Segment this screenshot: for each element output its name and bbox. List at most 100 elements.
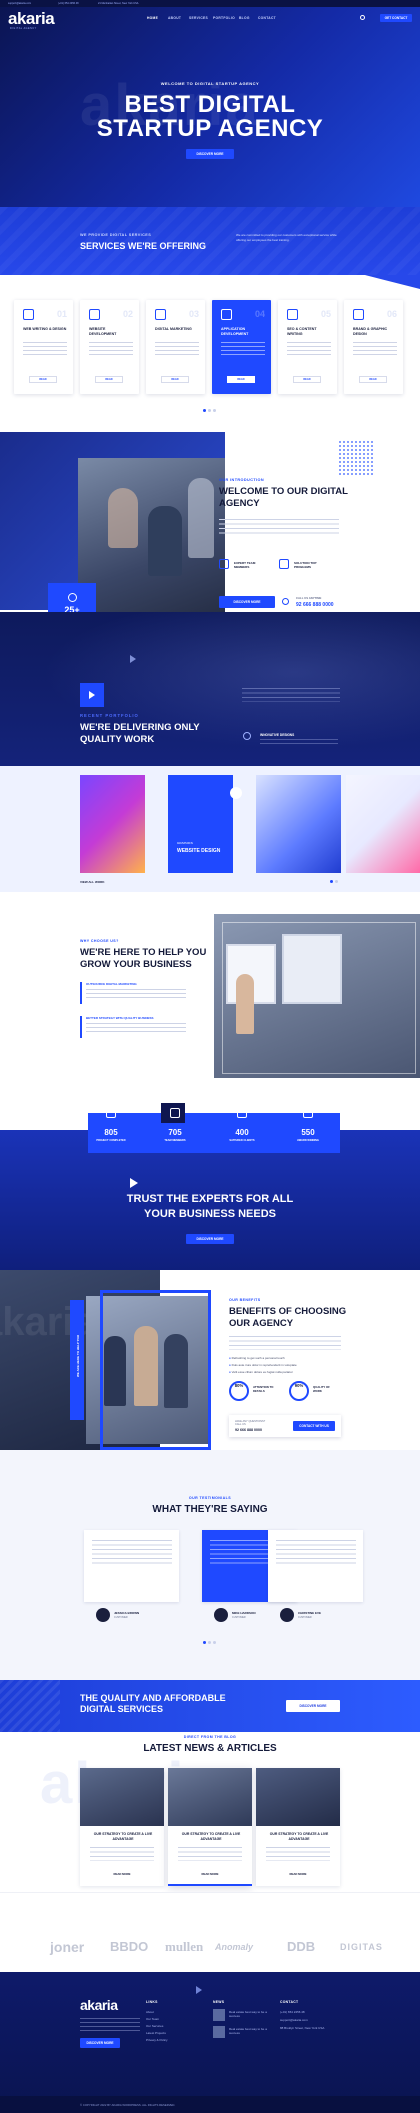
- logo[interactable]: akaria: [8, 10, 55, 27]
- portfolio-tile[interactable]: [346, 775, 420, 873]
- news-card[interactable]: OUR STRATEGY TO CREATE A LIVE ADVANTAGE …: [80, 1768, 164, 1886]
- footer-discover-button[interactable]: DISCOVER MORE: [80, 2038, 120, 2048]
- about-discover-button[interactable]: DISCOVER MORE: [219, 596, 275, 608]
- footer-link[interactable]: Privacy & Policy: [146, 2038, 168, 2042]
- play-icon[interactable]: [130, 655, 136, 663]
- footer-phone[interactable]: (+01) 654 2456 48: [280, 2010, 305, 2014]
- footer-logo[interactable]: akaria: [80, 1997, 118, 2013]
- service-read-button[interactable]: READ: [29, 376, 57, 383]
- service-title: BRAND & GRAPHIC DESIGN: [353, 327, 388, 336]
- footer-news-2[interactable]: Real estate best way to be a success: [229, 2027, 269, 2035]
- stat-item: 400 SATISFIED CLIENTS: [213, 1108, 271, 1150]
- carousel-dot-active[interactable]: [203, 1641, 206, 1644]
- portfolio-tile[interactable]: [256, 775, 341, 873]
- testimonial-role: CUSTOMER: [298, 1616, 312, 1619]
- service-card-active[interactable]: 04 APPLICATION DEVELOPMENT READ: [212, 300, 271, 394]
- nav-about[interactable]: ABOUT: [168, 16, 181, 20]
- service-text: [287, 342, 331, 356]
- news-card[interactable]: OUR STRATEGY TO CREATE A LIVE ADVANTAGE …: [256, 1768, 340, 1886]
- testimonial-card: JESSICA BROWN CUSTOMER: [84, 1530, 179, 1622]
- cta-discover-button[interactable]: DISCOVER MORE: [286, 1700, 340, 1712]
- contact-card: HAVE ANY QUESTIONS? CALL US 92 666 888 0…: [229, 1415, 341, 1437]
- news-image: [256, 1768, 340, 1826]
- nav-services[interactable]: SERVICES: [189, 16, 208, 20]
- service-card[interactable]: 03 DIGITAL MARKETING READ: [146, 300, 205, 394]
- stat-value: 550: [301, 1128, 315, 1137]
- portfolio-tile-active[interactable]: GRAPHICS WEBSITE DESIGN: [168, 775, 242, 873]
- service-read-button[interactable]: READ: [161, 376, 189, 383]
- service-read-button[interactable]: READ: [227, 376, 255, 383]
- check-item-1: ● Refreshing to get such a personal touc…: [229, 1356, 285, 1360]
- arrow-icon[interactable]: [230, 787, 242, 799]
- portfolio-text-heading: INNOVATIVE DESIGNS: [260, 733, 295, 737]
- nav-portfolio[interactable]: PORTFOLIO: [213, 16, 235, 20]
- help-point2: BETTER STRATEGY WITH QUALITY BUSINESS: [86, 1016, 154, 1020]
- topbar-address: 21 Manhattan Street, New York USA: [98, 2, 139, 5]
- hero-discover-button[interactable]: DISCOVER MORE: [186, 149, 234, 159]
- award-icon: [303, 1108, 313, 1118]
- footer-link[interactable]: About: [146, 2010, 154, 2014]
- main-nav: akaria DIGITAL AGENCY HOME ABOUT SERVICE…: [0, 7, 420, 31]
- news-card-title[interactable]: OUR STRATEGY TO CREATE A LIVE ADVANTAGE: [88, 1832, 158, 1842]
- news-title: LATEST NEWS & ARTICLES: [143, 1743, 277, 1754]
- video-discover-button[interactable]: DISCOVER MORE: [186, 1234, 234, 1244]
- service-read-button[interactable]: READ: [359, 376, 387, 383]
- video-play-icon[interactable]: [130, 1178, 138, 1188]
- nav-contact[interactable]: CONTACT: [258, 16, 276, 20]
- service-text: [221, 342, 265, 356]
- topbar-email[interactable]: support@akaria.com: [8, 2, 31, 5]
- footer-news-1[interactable]: Real estate best way to be a success: [229, 2010, 269, 2018]
- logo-tagline: DIGITAL AGENCY: [10, 27, 37, 30]
- carousel-dot[interactable]: [213, 1641, 216, 1644]
- footer-link[interactable]: Our Team: [146, 2017, 159, 2021]
- read-more-link[interactable]: READ MORE: [256, 1872, 340, 1876]
- service-card[interactable]: 06 BRAND & GRAPHIC DESIGN READ: [344, 300, 403, 394]
- marketing-icon: [155, 309, 166, 320]
- carousel-dot[interactable]: [335, 880, 338, 883]
- search-icon[interactable]: [360, 15, 365, 20]
- stat-item: 805 PROJECT COMPLETED: [82, 1108, 140, 1150]
- news-thumb: [213, 2026, 225, 2038]
- view-all-link[interactable]: VIEW ALL WORK: [80, 880, 105, 884]
- footer-links-heading: LINKS: [146, 2000, 158, 2004]
- service-card[interactable]: 05 SEO & CONTENT WRITING READ: [278, 300, 337, 394]
- video-button[interactable]: [80, 683, 104, 707]
- feature-expert: EXPERT TEAM MEMBERS: [234, 561, 256, 570]
- carousel-dot-active[interactable]: [330, 880, 333, 883]
- carousel-dot[interactable]: [208, 1641, 211, 1644]
- contact-with-us-button[interactable]: CONTACT WITH US: [293, 1421, 335, 1431]
- carousel-dot-active[interactable]: [203, 409, 206, 412]
- footer-link[interactable]: Our Services: [146, 2024, 163, 2028]
- service-card[interactable]: 01 WEB WRITING & DESIGN READ: [14, 300, 73, 394]
- play-icon: [89, 691, 95, 699]
- avatar: [96, 1608, 110, 1622]
- read-more-link[interactable]: READ MORE: [168, 1872, 252, 1876]
- news-card-title[interactable]: OUR STRATEGY TO CREATE A LIVE ADVANTAGE: [176, 1832, 246, 1842]
- about-kicker: OUR INTRODUCTION: [219, 478, 264, 482]
- services-kicker: WE PROVIDE DIGITAL SERVICES: [80, 233, 152, 237]
- nav-home[interactable]: HOME: [147, 16, 158, 20]
- news-card-title[interactable]: OUR STRATEGY TO CREATE A LIVE ADVANTAGE: [264, 1832, 334, 1842]
- benefits-kicker: OUR BENEFITS: [229, 1298, 261, 1302]
- about-phone[interactable]: 92 666 888 0000: [296, 602, 334, 608]
- news-card[interactable]: OUR STRATEGY TO CREATE A LIVE ADVANTAGE …: [168, 1768, 252, 1886]
- carousel-dot[interactable]: [213, 409, 216, 412]
- topbar-phone[interactable]: (+01) 654 2456 48: [58, 2, 79, 5]
- footer-email[interactable]: support@akaria.com: [280, 2018, 308, 2022]
- carousel-dot[interactable]: [208, 409, 211, 412]
- partner-logo: BBDO: [110, 1939, 149, 1954]
- benefits-phone[interactable]: 92 666 888 0000: [235, 1428, 262, 1432]
- get-contact-button[interactable]: GET CONTACT: [380, 14, 412, 22]
- services-pattern: [0, 207, 420, 275]
- testimonial-name: MIKE HARDSON: [232, 1611, 256, 1615]
- service-card[interactable]: 02 WEBSITE DEVELOPMENT READ: [80, 300, 139, 394]
- nav-blog[interactable]: BLOG: [239, 16, 250, 20]
- read-more-link[interactable]: READ MORE: [80, 1872, 164, 1876]
- footer-news-heading: NEWS: [213, 2000, 225, 2004]
- footer-link[interactable]: Latest Projects: [146, 2031, 166, 2035]
- portfolio-tile[interactable]: [80, 775, 145, 873]
- service-read-button[interactable]: READ: [293, 376, 321, 383]
- copyright: © COPYRIGHT 2022 BY AKARIA WORDPRESS. AL…: [80, 2103, 176, 2107]
- service-read-button[interactable]: READ: [95, 376, 123, 383]
- service-title: DIGITAL MARKETING: [155, 327, 192, 331]
